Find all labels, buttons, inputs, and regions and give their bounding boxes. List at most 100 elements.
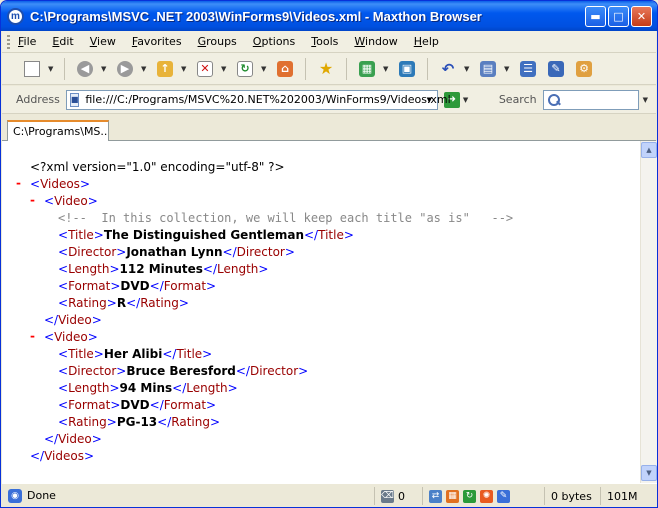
trash-cell[interactable]: ⌫ 0	[374, 487, 422, 505]
video-1-rating: <Rating>R</Rating>	[58, 296, 189, 310]
tab-videos-xml[interactable]: C:\Programs\MS...	[7, 120, 109, 141]
scroll-down-button[interactable]: ▼	[641, 465, 657, 481]
search-icon[interactable]	[547, 93, 561, 107]
video-2-director: <Director>Bruce Beresford</Director>	[58, 364, 309, 378]
scroll-up-icon: ▲	[646, 146, 652, 154]
forward-button[interactable]: ▶	[113, 57, 137, 81]
video-2-close-tag: </Video>	[44, 432, 102, 446]
close-button[interactable]: ✕	[631, 6, 652, 27]
scroll-down-icon: ▼	[646, 469, 652, 477]
close-icon: ✕	[636, 10, 647, 23]
undo-dropdown[interactable]: ▼	[464, 65, 472, 73]
collapse-videos-toggle[interactable]: -	[16, 176, 21, 190]
menu-tools[interactable]: Tools	[311, 35, 338, 48]
video-1-format: <Format>DVD</Format>	[58, 279, 217, 293]
video-2-format: <Format>DVD</Format>	[58, 398, 217, 412]
tools-button[interactable]: ⚙	[572, 57, 596, 81]
address-bar: Address ■ file:///C:/Programs/MSVC%20.NE…	[2, 86, 656, 114]
list-button[interactable]: ☰	[516, 57, 540, 81]
minimize-button[interactable]: ▬	[585, 6, 606, 27]
window-icon: ▣	[399, 60, 415, 77]
video-1-director: <Director>Jonathan Lynn</Director>	[58, 245, 295, 259]
refresh-dropdown[interactable]: ▼	[261, 65, 269, 73]
flash-icon[interactable]: ✺	[480, 489, 493, 503]
up-dropdown[interactable]: ▼	[181, 65, 189, 73]
home-icon: ⌂	[277, 60, 293, 77]
favorites-button[interactable]: ★	[314, 57, 338, 81]
stop-button[interactable]: ✕	[193, 57, 217, 81]
edit-button[interactable]: ✎	[544, 57, 568, 81]
menu-view[interactable]: View	[90, 35, 116, 48]
undo-button[interactable]: ↶	[436, 57, 460, 81]
back-dropdown[interactable]: ▼	[101, 65, 109, 73]
title-bar[interactable]: m C:\Programs\MSVC .NET 2003\WinForms9\V…	[1, 1, 657, 31]
proxy-icon[interactable]: ⇄	[429, 489, 442, 503]
forward-dropdown[interactable]: ▼	[141, 65, 149, 73]
new-page-dropdown[interactable]: ▼	[48, 65, 56, 73]
video-2-rating: <Rating>PG-13</Rating>	[58, 415, 221, 429]
address-input[interactable]: ■ file:///C:/Programs/MSVC%20.NET%202003…	[65, 89, 451, 110]
up-icon: ↑	[157, 60, 173, 77]
video-2-length: <Length>94 Mins</Length>	[58, 381, 238, 395]
popup-block-icon[interactable]: ▦	[446, 489, 459, 503]
menu-file[interactable]: File	[18, 35, 36, 48]
memory-usage: 101M	[607, 489, 638, 503]
tag-name: Videos	[40, 177, 80, 191]
status-text: Done	[27, 489, 56, 502]
address-dropdown-icon[interactable]: ▼	[422, 91, 437, 109]
maxthon-app-icon[interactable]: m	[7, 7, 24, 25]
refresh-button[interactable]: ↻	[233, 57, 257, 81]
search-input[interactable]	[542, 89, 639, 110]
browser-window: m C:\Programs\MSVC .NET 2003\WinForms9\V…	[0, 0, 658, 508]
search-dropdown[interactable]: ▼	[643, 96, 651, 104]
status-tools-cell: ⇄ ▦ ↻ ✺ ✎	[422, 487, 544, 505]
maximize-button[interactable]: □	[608, 6, 629, 27]
video-1-open-tag: <Video>	[44, 194, 98, 208]
menu-favorites[interactable]: Favorites	[132, 35, 182, 48]
page-size-cell: 0 bytes	[544, 487, 600, 505]
view-button[interactable]: ▤	[476, 57, 500, 81]
videos-close-tag: </Videos>	[30, 449, 95, 463]
page-status-icon: ◉	[8, 488, 22, 503]
scroll-up-button[interactable]: ▲	[641, 142, 657, 158]
page-size: 0 bytes	[551, 489, 592, 503]
menu-options[interactable]: Options	[253, 35, 295, 48]
groups-icon: ▦	[359, 60, 375, 77]
tab-strip: C:\Programs\MS...	[2, 115, 656, 141]
maximize-icon: □	[613, 10, 624, 23]
vertical-scrollbar[interactable]: ▲ ▼	[640, 141, 657, 483]
page-icon: ■	[69, 92, 80, 107]
tools-icon: ⚙	[576, 60, 592, 77]
collapse-video-2-toggle[interactable]: -	[30, 329, 35, 343]
address-value[interactable]: file:///C:/Programs/MSVC%20.NET%202003/W…	[85, 93, 450, 106]
home-button[interactable]: ⌂	[273, 57, 297, 81]
menu-help[interactable]: Help	[414, 35, 439, 48]
script-icon[interactable]: ✎	[497, 489, 510, 503]
menu-bar: File Edit View Favorites Groups Options …	[2, 31, 656, 53]
stop-dropdown[interactable]: ▼	[221, 65, 229, 73]
status-bar: ◉ Done ⌫ 0 ⇄ ▦ ↻ ✺ ✎ 0 bytes 101M	[2, 483, 657, 507]
groups-dropdown[interactable]: ▼	[383, 65, 391, 73]
main-toolbar: ▼ ◀ ▼ ▶ ▼ ↑ ▼ ✕ ▼ ↻ ▼ ⌂ ★ ▦ ▼ ▣ ↶ ▼ ▤ ▼ …	[2, 53, 656, 85]
video-1-length: <Length>112 Minutes</Length>	[58, 262, 269, 276]
videos-open-tag: <Videos>	[30, 177, 90, 191]
menu-grip[interactable]	[7, 35, 10, 49]
collapse-video-1-toggle[interactable]: -	[30, 193, 35, 207]
minimize-icon: ▬	[590, 10, 601, 23]
back-button[interactable]: ◀	[73, 57, 97, 81]
menu-groups[interactable]: Groups	[198, 35, 237, 48]
window-button[interactable]: ▣	[395, 57, 419, 81]
view-dropdown[interactable]: ▼	[504, 65, 512, 73]
xml-comment: <!-- In this collection, we will keep ea…	[58, 211, 514, 225]
trash-icon: ⌫	[381, 489, 394, 503]
up-button[interactable]: ↑	[153, 57, 177, 81]
menu-edit[interactable]: Edit	[52, 35, 73, 48]
new-page-button[interactable]	[20, 57, 44, 81]
stop-icon: ✕	[197, 60, 213, 77]
forward-icon: ▶	[117, 60, 133, 77]
back-icon: ◀	[77, 60, 93, 77]
refresh-status-icon[interactable]: ↻	[463, 489, 476, 503]
groups-button[interactable]: ▦	[355, 57, 379, 81]
menu-window[interactable]: Window	[354, 35, 397, 48]
go-dropdown[interactable]: ▼	[463, 96, 471, 104]
